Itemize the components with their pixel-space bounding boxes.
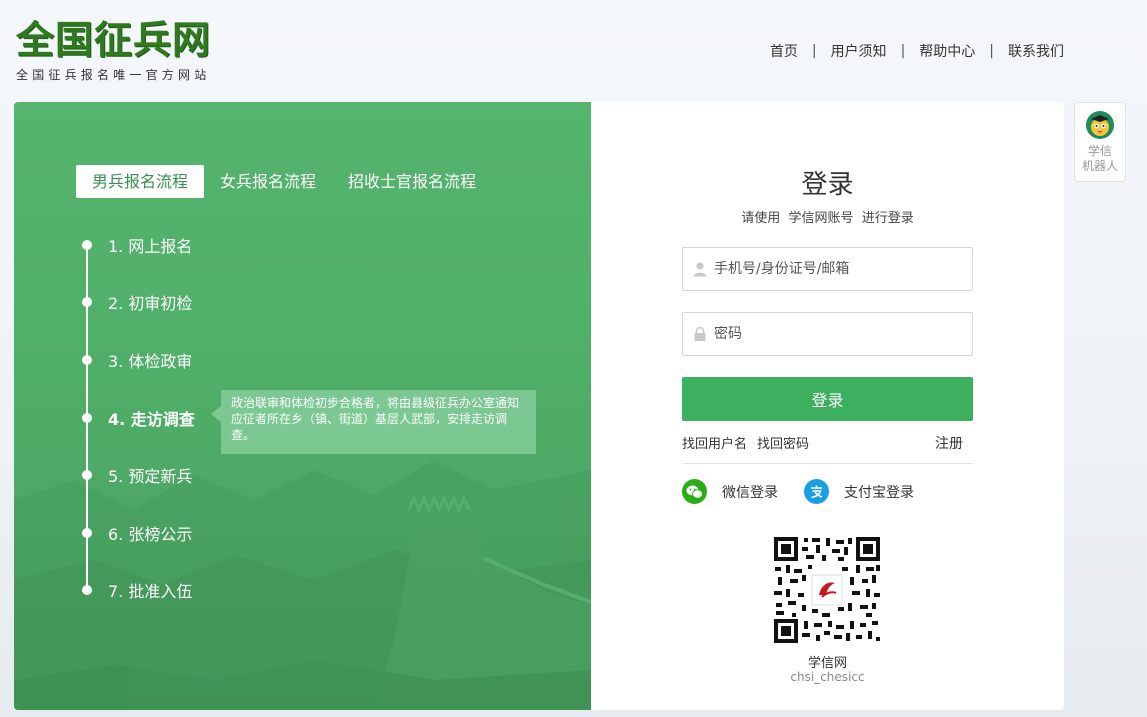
robot-label-line2: 机器人 (1081, 159, 1118, 173)
step-tooltip: 政治联审和体检初步合格者，将由县级征兵办公室通知应征者所在乡（镇、街道）基层人武… (211, 390, 536, 454)
logo-subtitle: 全国征兵报名唯一官方网站 (16, 68, 211, 82)
step-dot (82, 413, 92, 423)
lock-icon (694, 326, 706, 341)
robot-label-line1: 学信 (1087, 144, 1112, 158)
top-nav: 首页 | 用户须知 | 帮助中心 | 联系我们 (770, 41, 1064, 61)
login-title: 登录 (801, 170, 854, 200)
step-3[interactable]: 3. 体检政审 (82, 348, 192, 372)
step-dot (82, 240, 92, 250)
step-label: 7. 批准入伍 (108, 582, 193, 601)
find-username-link[interactable]: 找回用户名 (682, 433, 747, 453)
qr-code (772, 535, 882, 645)
process-panel: 男兵报名流程 女兵报名流程 招收士官报名流程 1. 网上报名 2. 初审初检 3… (14, 102, 591, 710)
step-label: 4. 走访调查 (108, 410, 195, 429)
qr-title: 学信网 (807, 656, 847, 671)
username-input[interactable] (714, 261, 964, 277)
step-dot (82, 528, 92, 538)
user-icon (693, 262, 707, 277)
xuexin-robot-button[interactable]: 学信 机器人 (1074, 102, 1126, 182)
main-card: 男兵报名流程 女兵报名流程 招收士官报名流程 1. 网上报名 2. 初审初检 3… (14, 102, 1064, 710)
login-subtitle: 请使用 学信网账号 进行登录 (741, 211, 914, 226)
nav-help-center[interactable]: 帮助中心 (919, 41, 975, 61)
robot-label: 学信 机器人 (1082, 144, 1118, 174)
step-4[interactable]: 4. 走访调查 (82, 406, 195, 430)
step-dot (82, 470, 92, 480)
logo-title: 全国征兵网 (16, 18, 212, 62)
login-panel: 登录 请使用 学信网账号 进行登录 登录 找回用户名 找回密码 注册 (591, 102, 1064, 710)
password-input[interactable] (714, 326, 964, 342)
step-7[interactable]: 7. 批准入伍 (82, 578, 192, 602)
alipay-icon (804, 479, 829, 504)
nav-separator: | (989, 43, 994, 59)
robot-avatar-icon (1086, 111, 1114, 139)
find-password-link[interactable]: 找回密码 (757, 433, 809, 453)
username-field[interactable] (682, 247, 973, 291)
step-dot (82, 585, 92, 595)
process-tabs: 男兵报名流程 女兵报名流程 招收士官报名流程 (76, 165, 492, 198)
step-6[interactable]: 6. 张榜公示 (82, 521, 192, 545)
login-button[interactable]: 登录 (682, 377, 973, 421)
site-logo[interactable]: 全国征兵网 全国征兵报名唯一官方网站 (16, 18, 211, 83)
step-5[interactable]: 5. 预定新兵 (82, 463, 192, 487)
nav-user-notice[interactable]: 用户须知 (831, 41, 887, 61)
wechat-login-label: 微信登录 (722, 484, 778, 501)
register-link[interactable]: 注册 (935, 433, 963, 453)
wechat-icon (682, 479, 707, 504)
qr-account: chsi_chesicc (790, 670, 865, 684)
nav-home[interactable]: 首页 (770, 41, 798, 61)
divider (682, 463, 973, 464)
step-dot (82, 355, 92, 365)
step-dot (82, 297, 92, 307)
step-label: 1. 网上报名 (108, 237, 193, 256)
tab-female-enlistment[interactable]: 女兵报名流程 (204, 165, 332, 198)
wechat-login-button[interactable]: 微信登录 (682, 479, 778, 504)
password-field[interactable] (682, 312, 973, 356)
third-party-login: 微信登录 支付宝登录 (682, 479, 940, 504)
tab-male-enlistment[interactable]: 男兵报名流程 (76, 165, 205, 198)
step-label: 3. 体检政审 (108, 352, 193, 371)
step-label: 5. 预定新兵 (108, 467, 193, 486)
step-label: 6. 张榜公示 (108, 525, 193, 544)
nav-contact-us[interactable]: 联系我们 (1008, 41, 1064, 61)
step-2[interactable]: 2. 初审初检 (82, 290, 192, 314)
nav-separator: | (811, 43, 817, 59)
step-label: 2. 初审初检 (108, 294, 193, 313)
account-links: 找回用户名 找回密码 注册 (682, 433, 973, 453)
step-1[interactable]: 1. 网上报名 (82, 233, 192, 257)
nav-separator: | (900, 43, 906, 59)
tab-nco-enlistment[interactable]: 招收士官报名流程 (332, 165, 492, 198)
alipay-login-label: 支付宝登录 (844, 484, 914, 501)
alipay-login-button[interactable]: 支付宝登录 (804, 479, 914, 504)
